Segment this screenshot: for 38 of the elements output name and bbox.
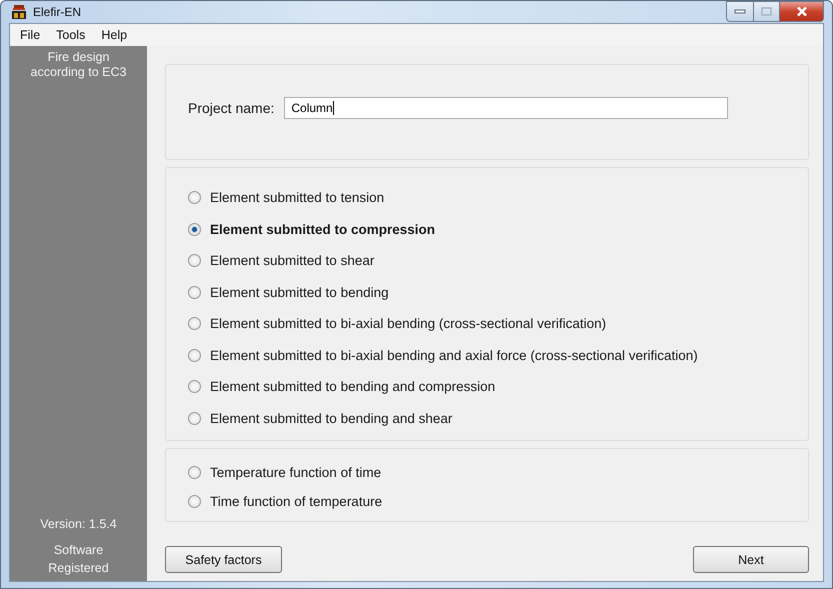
- maximize-icon: [761, 7, 772, 16]
- sidebar-heading: Fire design according to EC3: [30, 50, 128, 80]
- radio-label: Element submitted to bi-axial bending and axial force (cross-sectional verification): [210, 348, 698, 363]
- project-name-label: Project name:: [188, 100, 274, 116]
- radio-label: Element submitted to compression: [210, 222, 436, 237]
- radio-label: Element submitted to bi-axial bending (cross-sectional verification): [210, 316, 606, 332]
- radio-label: Temperature function of time: [210, 465, 382, 480]
- minimize-button[interactable]: [726, 1, 754, 22]
- radio-label: Element submitted to bending and shear: [210, 410, 452, 426]
- close-button[interactable]: [780, 1, 824, 22]
- menu-item[interactable]: File: [12, 26, 48, 44]
- menu-item[interactable]: Help: [93, 26, 136, 44]
- version-label: Version: 1.5.4: [40, 517, 117, 531]
- radio-button[interactable]: [188, 254, 201, 268]
- radio-label: Time function of temperature: [210, 494, 382, 509]
- menu-item[interactable]: Tools: [48, 26, 94, 44]
- radio-button[interactable]: [188, 466, 201, 479]
- minimize-icon: [734, 8, 746, 14]
- close-icon: [796, 6, 808, 17]
- radio-button[interactable]: [188, 222, 201, 236]
- window-title: Elefir-EN: [33, 5, 82, 19]
- registration-status: Software Registered: [47, 542, 110, 577]
- app-logo-icon: [11, 4, 27, 20]
- radio-button[interactable]: [188, 191, 201, 204]
- maximize-button[interactable]: [754, 1, 780, 22]
- radio-button[interactable]: [188, 348, 201, 362]
- radio-button[interactable]: [188, 380, 201, 394]
- radio-label: Element submitted to bending and compression: [210, 379, 496, 394]
- action-button[interactable]: Safety factors: [165, 546, 282, 573]
- radio-label: Element submitted to bending: [210, 284, 389, 300]
- radio-button[interactable]: [188, 412, 201, 425]
- radio-button[interactable]: [188, 286, 201, 299]
- radio-label: Element submitted to tension: [210, 190, 384, 206]
- project-name-field[interactable]: Column: [284, 97, 728, 119]
- radio-label: Element submitted to shear: [210, 253, 374, 268]
- radio-button[interactable]: [188, 495, 201, 508]
- radio-button[interactable]: [188, 317, 201, 330]
- action-button[interactable]: Next: [693, 546, 809, 573]
